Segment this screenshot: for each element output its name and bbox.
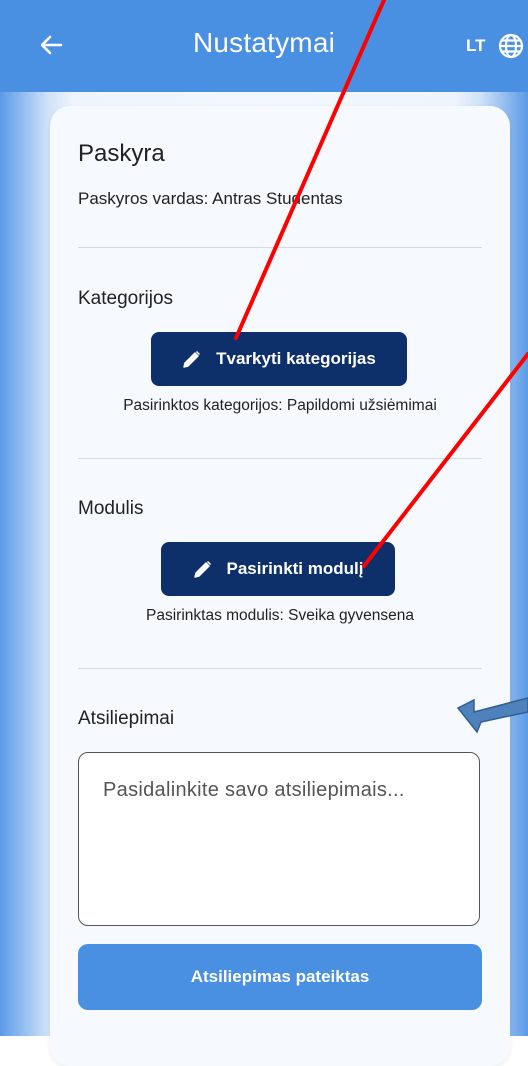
page-title: Nustatymai bbox=[192, 27, 336, 58]
manage-categories-label: Tvarkyti kategorijas bbox=[216, 349, 376, 368]
divider bbox=[78, 668, 482, 669]
account-heading: Paskyra bbox=[78, 140, 165, 167]
feedback-placeholder: Pasidalinkite savo atsiliepimais... bbox=[103, 779, 405, 801]
module-heading: Modulis bbox=[78, 498, 144, 519]
manage-categories-button[interactable]: Tvarkyti kategorijas bbox=[151, 332, 407, 386]
submit-feedback-button[interactable]: Atsiliepimas pateiktas bbox=[78, 944, 482, 1010]
globe-icon[interactable] bbox=[497, 32, 525, 60]
choose-module-button[interactable]: Pasirinkti modulį bbox=[161, 542, 395, 596]
feedback-textarea[interactable]: Pasidalinkite savo atsiliepimais... bbox=[78, 752, 480, 926]
divider bbox=[78, 247, 482, 248]
language-code[interactable]: LT bbox=[466, 36, 486, 56]
choose-module-label: Pasirinkti modulį bbox=[226, 559, 364, 578]
pencil-icon bbox=[193, 560, 211, 578]
categories-heading: Kategorijos bbox=[78, 288, 174, 309]
feedback-heading: Atsiliepimai bbox=[78, 708, 175, 729]
divider bbox=[78, 458, 482, 459]
pencil-icon bbox=[183, 350, 201, 368]
app-bar: Nustatymai LT bbox=[0, 0, 528, 92]
selected-module: Pasirinktas modulis: Sveika gyvensena bbox=[146, 607, 414, 624]
selected-categories: Pasirinktos kategorijos: Papildomi užsiė… bbox=[123, 397, 437, 414]
account-username: Paskyros vardas: Antras Studentas bbox=[78, 189, 343, 208]
